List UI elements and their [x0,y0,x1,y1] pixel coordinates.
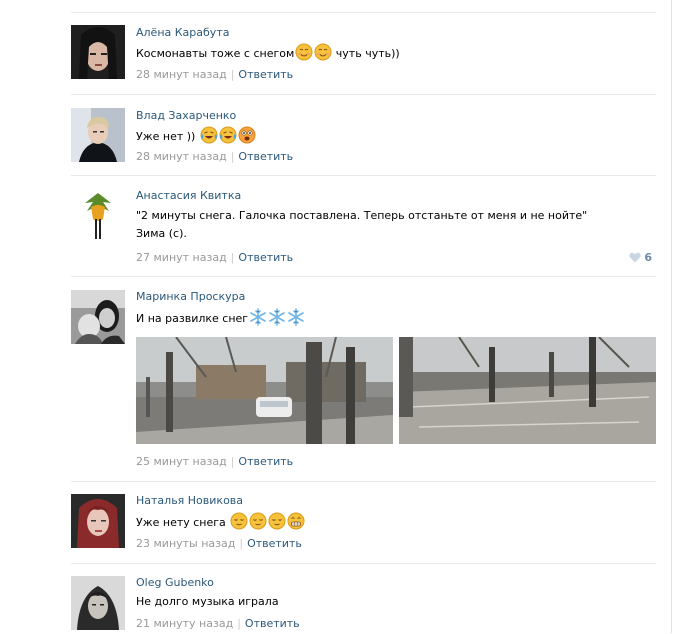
attached-photo[interactable] [399,337,656,444]
comment-meta: 27 минут назад | Ответить [136,251,293,264]
meta-separator: | [230,251,235,264]
comment-time[interactable]: 27 минут назад [136,251,227,264]
comment-text-end: чуть чуть)) [335,47,400,60]
reply-link[interactable]: Ответить [238,455,293,468]
comment-meta: 23 минуты назад | Ответить [136,537,302,550]
avatar[interactable] [71,108,125,162]
comment-author[interactable]: Oleg Gubenko [136,576,214,589]
snowflake-icon [249,308,267,326]
comment-text-line-1: "2 минуты снега. Галочка поставлена. Теп… [136,209,588,222]
reply-link[interactable]: Ответить [247,537,302,550]
avatar[interactable] [71,494,125,548]
snowflake-icon [268,308,286,326]
heart-icon [628,252,641,266]
comment-time[interactable]: 23 минуты назад [136,537,235,550]
comment: Наталья Новикова Уже нету снега 23 минут… [71,481,656,562]
comment-time[interactable]: 28 минут назад [136,68,227,81]
reply-link[interactable]: Ответить [238,251,293,264]
comment: Влад Захарченко Уже нет )) 28 минут наза… [71,94,656,175]
smile-emoji-icon [295,43,313,61]
comment-time[interactable]: 25 минут назад [136,455,227,468]
meta-separator: | [237,617,241,630]
comment: Анастасия Квитка "2 минуты снега. Галочк… [71,175,656,276]
meta-separator: | [230,68,235,81]
avatar[interactable] [71,290,125,344]
comment-text-main: Уже нет )) [136,130,196,143]
comment-meta: 25 минут назад | Ответить [136,455,293,468]
comment: Маринка Проскура И на развилке снег 25 м… [71,276,656,482]
like-count: 6 [644,251,652,264]
relieved-emoji-icon [249,512,267,530]
comment: Oleg Gubenko Не долго музыка играла 21 м… [71,563,656,634]
comment-text: Не долго музыка играла [136,593,279,611]
comment-author[interactable]: Алёна Карабута [136,26,229,39]
comment-time[interactable]: 21 минуту назад [136,617,233,630]
comment-author[interactable]: Влад Захарченко [136,109,236,122]
comment-author[interactable]: Наталья Новикова [136,494,243,507]
smile-emoji-icon [314,43,332,61]
comment-text-main: Космонавты тоже с снегом [136,47,295,60]
avatar[interactable] [71,576,125,630]
comment-text: Уже нет )) [136,126,256,146]
meta-separator: | [239,537,244,550]
comment-text-main: Не долго музыка играла [136,595,279,608]
comment: Алёна Карабута Космонавты тоже с снегом … [71,12,656,93]
comment-text-main: Уже нету снега [136,516,226,529]
comment-author[interactable]: Маринка Проскура [136,290,245,303]
tears-of-joy-emoji-icon [219,126,237,144]
comment-meta: 21 минуту назад | Ответить [136,617,300,630]
relieved-emoji-icon [268,512,286,530]
meta-separator: | [230,150,235,163]
tears-of-joy-emoji-icon [200,126,218,144]
comment-meta: 28 минут назад | Ответить [136,68,293,81]
reply-link[interactable]: Ответить [238,150,293,163]
comment-text: Космонавты тоже с снегом чуть чуть)) [136,43,400,63]
comment-text-main: И на развилке снег [136,312,249,325]
comment-text: "2 минуты снега. Галочка поставлена. Теп… [136,207,587,243]
avatar[interactable] [71,25,125,79]
reply-link[interactable]: Ответить [245,617,300,630]
grimacing-emoji-icon [287,512,305,530]
meta-separator: | [230,455,235,468]
comment-text: Уже нету снега [136,512,305,532]
reply-link[interactable]: Ответить [238,68,293,81]
comment-text: И на развилке снег [136,308,305,328]
astonished-emoji-icon [238,126,256,144]
attached-photo[interactable] [136,337,393,444]
comment-time[interactable]: 28 минут назад [136,150,227,163]
comment-author[interactable]: Анастасия Квитка [136,189,241,202]
comment-text-line-2: Зима (с). [136,227,187,240]
comment-meta: 28 минут назад | Ответить [136,150,293,163]
avatar[interactable] [71,189,125,243]
snowflake-icon [287,308,305,326]
right-border [671,0,672,633]
like-button[interactable]: 6 [628,251,652,266]
relieved-emoji-icon [230,512,248,530]
